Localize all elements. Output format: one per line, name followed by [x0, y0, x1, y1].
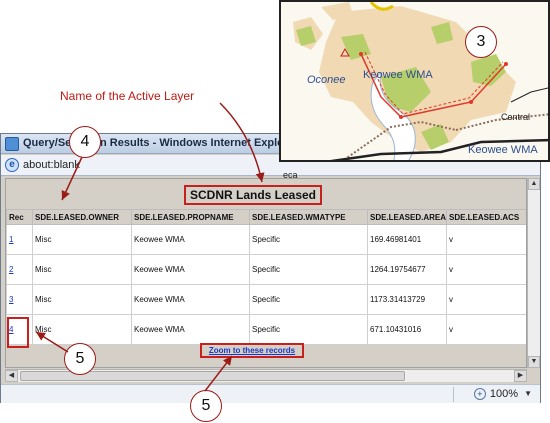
scroll-right-icon[interactable]: ▶: [514, 370, 527, 382]
area-cell: 1173.31413729: [367, 284, 447, 315]
owner-cell: Misc: [32, 284, 132, 315]
scroll-left-icon[interactable]: ◀: [5, 370, 18, 382]
propname-cell: Keowee WMA: [131, 224, 250, 255]
callout-4: 4: [69, 126, 101, 158]
col-header-rec: Rec: [6, 209, 33, 225]
area-cell: 671.10431016: [367, 314, 447, 345]
selection-vertex: [469, 100, 473, 104]
wmatype-cell: Specific: [249, 224, 368, 255]
scroll-down-icon[interactable]: ▼: [528, 356, 540, 368]
zoom-dropdown-icon[interactable]: ▼: [524, 389, 532, 398]
road: [510, 87, 548, 103]
wmatype-cell: Specific: [249, 314, 368, 345]
rec-cell: 2: [6, 254, 33, 285]
layer-title: SCDNR Lands Leased: [184, 185, 322, 205]
table-row: 2 Misc Keowee WMA Specific 1264.19754677…: [6, 254, 526, 285]
record-link[interactable]: 2: [9, 265, 13, 274]
zoom-control[interactable]: + 100%: [473, 388, 518, 400]
area-cell: 1264.19754677: [367, 254, 447, 285]
acs-cell: v: [446, 314, 526, 345]
acs-cell: v: [446, 254, 526, 285]
record-link[interactable]: 1: [9, 235, 13, 244]
page-content: SCDNR Lands Leased Rec SDE.LEASED.OWNER …: [5, 178, 527, 368]
rec-cell: 1: [6, 224, 33, 255]
selection-vertex: [504, 62, 508, 66]
owner-cell: Misc: [32, 224, 132, 255]
callout-5: 5: [64, 343, 96, 375]
map-label-oconee: Oconee: [307, 74, 346, 86]
active-layer-label: Name of the Active Layer: [60, 89, 195, 103]
map-label-eca: eca: [283, 170, 298, 180]
zoom-to-records-link[interactable]: Zoom to these records: [200, 343, 304, 358]
propname-cell: Keowee WMA: [131, 314, 250, 345]
col-header-area: SDE.LEASED.AREA: [367, 209, 447, 225]
ie-window-icon: [5, 137, 19, 151]
rec-cell: 3: [6, 284, 33, 315]
owner-cell: Misc: [32, 314, 132, 345]
callout-5: 5: [190, 390, 222, 422]
record-link[interactable]: 3: [9, 295, 13, 304]
col-header-owner: SDE.LEASED.OWNER: [32, 209, 132, 225]
ie-page-icon: e: [5, 158, 19, 172]
table-row: 4 Misc Keowee WMA Specific 671.10431016 …: [6, 314, 526, 345]
record-4-highlight: [7, 317, 29, 348]
table-header-row: Rec SDE.LEASED.OWNER SDE.LEASED.PROPNAME…: [6, 209, 526, 225]
table-row: 3 Misc Keowee WMA Specific 1173.31413729…: [6, 284, 526, 315]
map-inset: Oconee Keowee WMA Keowee WMA Central: [279, 0, 550, 162]
selection-vertex: [399, 115, 403, 119]
map-label-central: Central: [501, 112, 531, 122]
col-header-propname: SDE.LEASED.PROPNAME: [131, 209, 250, 225]
col-header-wmatype: SDE.LEASED.WMATYPE: [249, 209, 368, 225]
map-label-keowee-wma: Keowee WMA: [468, 144, 538, 156]
selection-vertex: [359, 52, 363, 56]
results-table: Rec SDE.LEASED.OWNER SDE.LEASED.PROPNAME…: [6, 209, 526, 345]
magnifier-icon: +: [473, 388, 486, 400]
status-divider: [453, 387, 454, 402]
zoom-level: 100%: [489, 388, 518, 400]
acs-cell: v: [446, 224, 526, 255]
scroll-up-icon[interactable]: ▲: [528, 178, 540, 190]
callout-3: 3: [465, 26, 497, 58]
table-row: 1 Misc Keowee WMA Specific 169.46981401 …: [6, 224, 526, 255]
propname-cell: Keowee WMA: [131, 254, 250, 285]
wmatype-cell: Specific: [249, 284, 368, 315]
vertical-scrollbar[interactable]: ▲ ▼: [527, 178, 540, 368]
owner-cell: Misc: [32, 254, 132, 285]
acs-cell: v: [446, 284, 526, 315]
county-boundary: [369, 2, 394, 11]
propname-cell: Keowee WMA: [131, 284, 250, 315]
map-label-keowee-wma: Keowee WMA: [363, 69, 433, 81]
col-header-acs: SDE.LEASED.ACS: [446, 209, 526, 225]
area-cell: 169.46981401: [367, 224, 447, 255]
status-bar: + 100% ▼: [1, 384, 540, 403]
window-title: Query/Selection Results - Windows Intern…: [23, 137, 299, 149]
address-text[interactable]: about:blank: [23, 159, 80, 171]
wmatype-cell: Specific: [249, 254, 368, 285]
